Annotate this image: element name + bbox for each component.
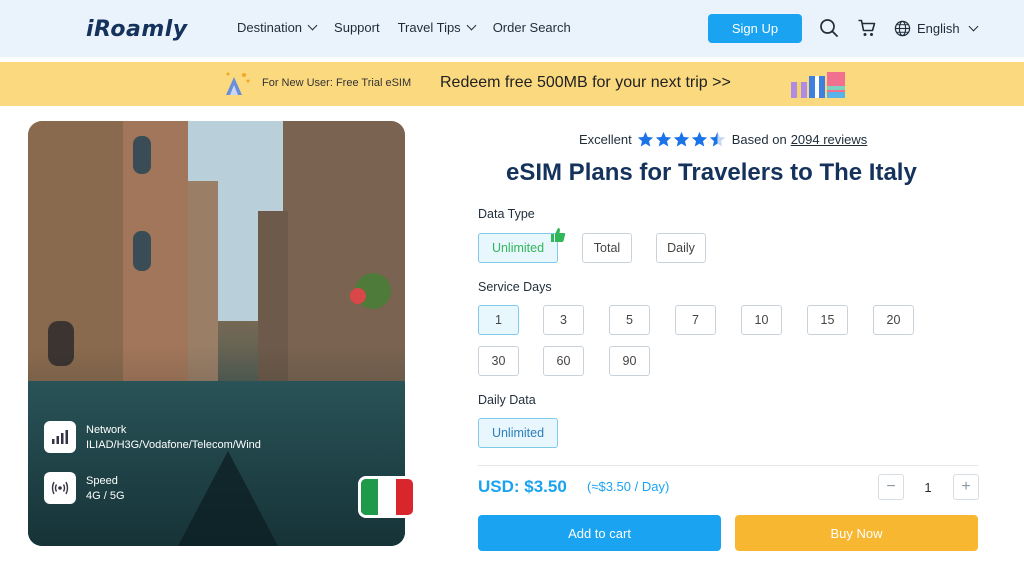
service-day-7[interactable]: 7	[675, 305, 716, 335]
reviews-prefix: Based on	[731, 132, 787, 147]
nav-travel-tips-label: Travel Tips	[397, 20, 461, 35]
price-total: USD: $3.50	[478, 477, 567, 496]
speed-value: 4G / 5G	[86, 489, 125, 502]
star-icon	[655, 131, 671, 147]
cart-icon[interactable]	[857, 18, 877, 38]
page-title: eSIM Plans for Travelers to The Italy	[506, 159, 917, 186]
network-value: ILIAD/H3G/Vodafone/Telecom/Wind	[86, 438, 261, 451]
service-day-1[interactable]: 1	[478, 305, 519, 335]
language-selector[interactable]: English	[894, 20, 979, 37]
service-days-label: Service Days	[478, 280, 552, 294]
daily-data-label: Daily Data	[478, 393, 536, 407]
service-day-90[interactable]: 90	[609, 346, 650, 376]
nav-destination[interactable]: Destination	[237, 20, 318, 35]
network-title: Network	[86, 423, 127, 436]
nav-order-search[interactable]: Order Search	[493, 20, 571, 35]
rocket-icon	[226, 72, 250, 95]
star-half-icon	[709, 131, 725, 147]
gift-boxes-icon	[791, 72, 845, 98]
quantity-value[interactable]: 1	[920, 480, 936, 495]
nav-support-label: Support	[334, 20, 380, 35]
banner-redeem-link[interactable]: Redeem free 500MB for your next trip >>	[440, 74, 731, 92]
nav-destination-label: Destination	[237, 20, 303, 35]
star-icon	[637, 131, 653, 147]
chevron-down-icon	[968, 21, 979, 32]
quantity-decrement-button[interactable]: −	[878, 474, 904, 500]
star-icon	[673, 131, 689, 147]
add-to-cart-button[interactable]: Add to cart	[478, 515, 721, 551]
service-day-15[interactable]: 15	[807, 305, 848, 335]
main-nav: Destination Support Travel Tips Order Se…	[237, 20, 589, 35]
data-type-daily[interactable]: Daily	[656, 233, 706, 263]
service-day-30[interactable]: 30	[478, 346, 519, 376]
nav-travel-tips[interactable]: Travel Tips	[397, 20, 477, 35]
rating-stars	[637, 131, 727, 148]
globe-icon	[894, 20, 911, 37]
data-type-unlimited[interactable]: Unlimited	[478, 233, 558, 263]
speed-feature: Speed 4G / 5G	[44, 472, 125, 504]
wifi-signal-icon	[44, 472, 76, 504]
service-day-5[interactable]: 5	[609, 305, 650, 335]
banner-small-text: For New User: Free Trial eSIM	[262, 77, 412, 89]
rating-label: Excellent	[579, 132, 632, 147]
language-label: English	[917, 21, 960, 36]
service-day-60[interactable]: 60	[543, 346, 584, 376]
speed-title: Speed	[86, 474, 118, 487]
service-day-3[interactable]: 3	[543, 305, 584, 335]
sign-up-button[interactable]: Sign Up	[708, 14, 802, 43]
italy-flag	[361, 479, 413, 515]
nav-order-search-label: Order Search	[492, 20, 571, 35]
star-icon	[691, 131, 707, 147]
data-type-total[interactable]: Total	[582, 233, 632, 263]
quantity-increment-button[interactable]: +	[953, 474, 979, 500]
destination-image: Network ILIAD/H3G/Vodafone/Telecom/Wind …	[28, 121, 413, 546]
brand-logo[interactable]: iRoamly	[86, 17, 188, 42]
chevron-down-icon	[466, 20, 477, 31]
data-type-label: Data Type	[478, 207, 535, 221]
price-per-day: (≈$3.50 / Day)	[587, 479, 670, 494]
search-icon[interactable]	[819, 18, 839, 38]
rating-summary: Excellent Based on 2094 reviews	[579, 131, 867, 148]
divider	[478, 465, 978, 466]
chevron-down-icon	[307, 20, 318, 31]
buy-now-button[interactable]: Buy Now	[735, 515, 978, 551]
nav-support[interactable]: Support	[334, 20, 380, 35]
top-header: iRoamly Destination Support Travel Tips …	[0, 0, 1024, 57]
promo-banner[interactable]: For New User: Free Trial eSIM Redeem fre…	[0, 62, 1024, 106]
thumbs-up-icon	[551, 228, 566, 242]
network-feature: Network ILIAD/H3G/Vodafone/Telecom/Wind	[44, 421, 261, 453]
service-day-20[interactable]: 20	[873, 305, 914, 335]
service-day-10[interactable]: 10	[741, 305, 782, 335]
signal-bars-icon	[44, 421, 76, 453]
daily-data-unlimited[interactable]: Unlimited	[478, 418, 558, 448]
reviews-link[interactable]: 2094 reviews	[791, 132, 868, 147]
